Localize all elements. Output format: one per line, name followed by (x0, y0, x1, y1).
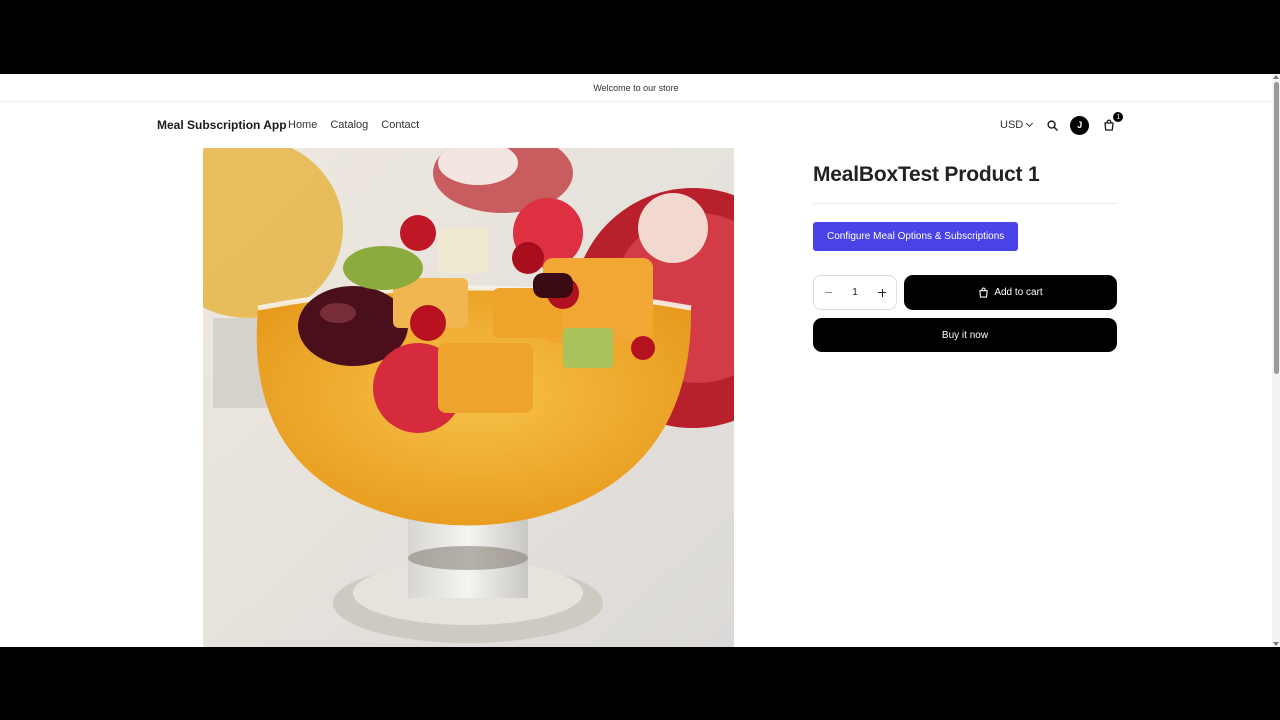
search-button[interactable] (1044, 117, 1060, 133)
currency-label: USD (1000, 119, 1024, 131)
scroll-up-icon[interactable] (1273, 75, 1279, 79)
fruit-salad-image (203, 148, 734, 647)
browser-viewport: Welcome to our store Meal Subscription A… (0, 74, 1280, 647)
product-image[interactable] (203, 148, 734, 647)
site-header: Meal Subscription App Home Catalog Conta… (0, 102, 1272, 148)
nav-catalog[interactable]: Catalog (330, 119, 368, 131)
announcement-text: Welcome to our store (593, 82, 679, 93)
add-to-cart-button[interactable]: Add to cart (904, 275, 1117, 310)
cart-button[interactable]: 1 (1101, 111, 1125, 133)
announcement-bar: Welcome to our store (0, 74, 1272, 102)
nav-contact[interactable]: Contact (381, 119, 419, 131)
search-icon (1047, 119, 1058, 131)
configure-meal-options-button[interactable]: Configure Meal Options & Subscriptions (813, 222, 1019, 251)
cart-icon (979, 287, 989, 298)
add-to-cart-row: 1 Add to cart (813, 275, 1117, 310)
main-nav: Home Catalog Contact (288, 119, 419, 131)
buy-it-now-label: Buy it now (941, 329, 989, 341)
scrollbar-thumb[interactable] (1274, 82, 1279, 374)
nav-home[interactable]: Home (288, 119, 317, 131)
buy-it-now-button[interactable]: Buy it now (813, 318, 1117, 352)
plus-icon[interactable] (877, 288, 887, 298)
account-avatar-button[interactable]: J (1070, 115, 1090, 135)
chevron-down-icon (1026, 119, 1034, 128)
quantity-input[interactable]: 1 (852, 287, 858, 298)
page-scrollbar[interactable] (1272, 74, 1280, 647)
brand-logo-link[interactable]: Meal Subscription App (157, 118, 287, 132)
currency-selector[interactable]: USD (1000, 119, 1034, 131)
minus-icon[interactable] (823, 288, 833, 298)
header-actions: USD J 1 (1000, 111, 1125, 136)
avatar-initial: J (1077, 120, 1083, 130)
scroll-down-icon[interactable] (1273, 642, 1279, 646)
add-to-cart-label: Add to cart (994, 287, 1043, 298)
quantity-stepper: 1 (813, 275, 897, 310)
product-info: MealBoxTest Product 1 Configure Meal Opt… (813, 148, 1117, 352)
cart-count-badge: 1 (1112, 111, 1125, 123)
product-title: MealBoxTest Product 1 (813, 163, 1040, 186)
divider (813, 203, 1117, 204)
